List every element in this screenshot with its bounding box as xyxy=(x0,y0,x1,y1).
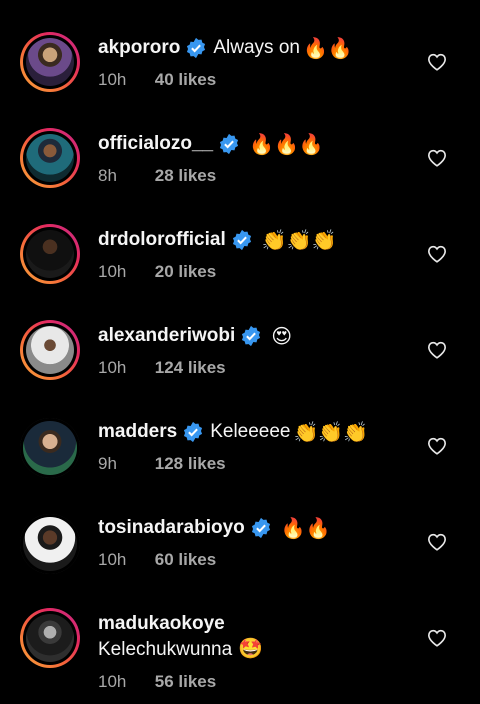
comment-time: 10h xyxy=(98,358,127,377)
comment-likes[interactable]: 40 likes xyxy=(155,70,216,90)
comment-likes[interactable]: 124 likes xyxy=(155,358,226,378)
comment-text: Keleeeee xyxy=(210,421,291,442)
comment-likes[interactable]: 128 likes xyxy=(155,454,226,474)
avatar[interactable] xyxy=(20,320,80,380)
avatar[interactable] xyxy=(20,418,80,478)
verified-badge-icon xyxy=(242,325,261,347)
avatar[interactable] xyxy=(20,608,80,668)
heart-outline-icon[interactable] xyxy=(427,437,447,455)
comment-emoji: 🔥🔥🔥 xyxy=(249,132,324,156)
heart-outline-icon[interactable] xyxy=(427,629,447,647)
comment-username[interactable]: officialozo__ xyxy=(98,133,213,155)
verified-badge-icon xyxy=(251,517,270,539)
comment-username[interactable]: tosinadarabioyo xyxy=(98,517,245,539)
verified-badge-icon xyxy=(220,133,239,155)
verified-badge-icon xyxy=(187,37,206,59)
heart-outline-icon[interactable] xyxy=(427,533,447,551)
comment-likes[interactable]: 20 likes xyxy=(155,262,216,282)
comment-likes[interactable]: 60 likes xyxy=(155,550,216,570)
heart-outline-icon[interactable] xyxy=(427,149,447,167)
comment-username[interactable]: drdolorofficial xyxy=(98,229,226,251)
comment-likes[interactable]: 56 likes xyxy=(155,672,216,692)
comment-emoji: 🤩 xyxy=(238,636,264,660)
comment-text: Kelechukwunna xyxy=(98,639,233,660)
comment-text-row: Kelechukwunna 🤩 xyxy=(98,636,263,662)
comment-likes[interactable]: 28 likes xyxy=(155,166,216,186)
comment-time: 10h xyxy=(98,70,127,89)
verified-badge-icon xyxy=(232,229,251,251)
comment-emoji: 👏👏👏 xyxy=(261,228,337,252)
comment-time: 10h xyxy=(98,262,127,281)
comment-username[interactable]: madukaokoye xyxy=(98,613,225,635)
heart-outline-icon[interactable] xyxy=(427,245,447,263)
avatar[interactable] xyxy=(20,224,80,284)
avatar[interactable] xyxy=(20,128,80,188)
heart-outline-icon[interactable] xyxy=(427,53,447,71)
comment-emoji: 🔥🔥 xyxy=(280,516,331,540)
comment-emoji: 🔥🔥 xyxy=(302,36,353,60)
comment-time: 8h xyxy=(98,166,117,185)
comment-username[interactable]: alexanderiwobi xyxy=(98,325,235,347)
comment-time: 10h xyxy=(98,672,127,691)
comment-emoji: 👏👏👏 xyxy=(293,420,369,444)
comment-username[interactable]: akpororo xyxy=(98,37,180,59)
comment-text: Always on xyxy=(213,37,300,58)
avatar[interactable] xyxy=(20,514,80,574)
comments-list: akpororo Always on 🔥🔥 10h 40 likes offic… xyxy=(0,0,480,704)
comment-time: 10h xyxy=(98,550,127,569)
comment-emoji: 😍 xyxy=(271,324,293,348)
comment-time: 9h xyxy=(98,454,117,473)
heart-outline-icon[interactable] xyxy=(427,341,447,359)
avatar[interactable] xyxy=(20,32,80,92)
verified-badge-icon xyxy=(184,421,203,443)
comment-username[interactable]: madders xyxy=(98,421,177,443)
